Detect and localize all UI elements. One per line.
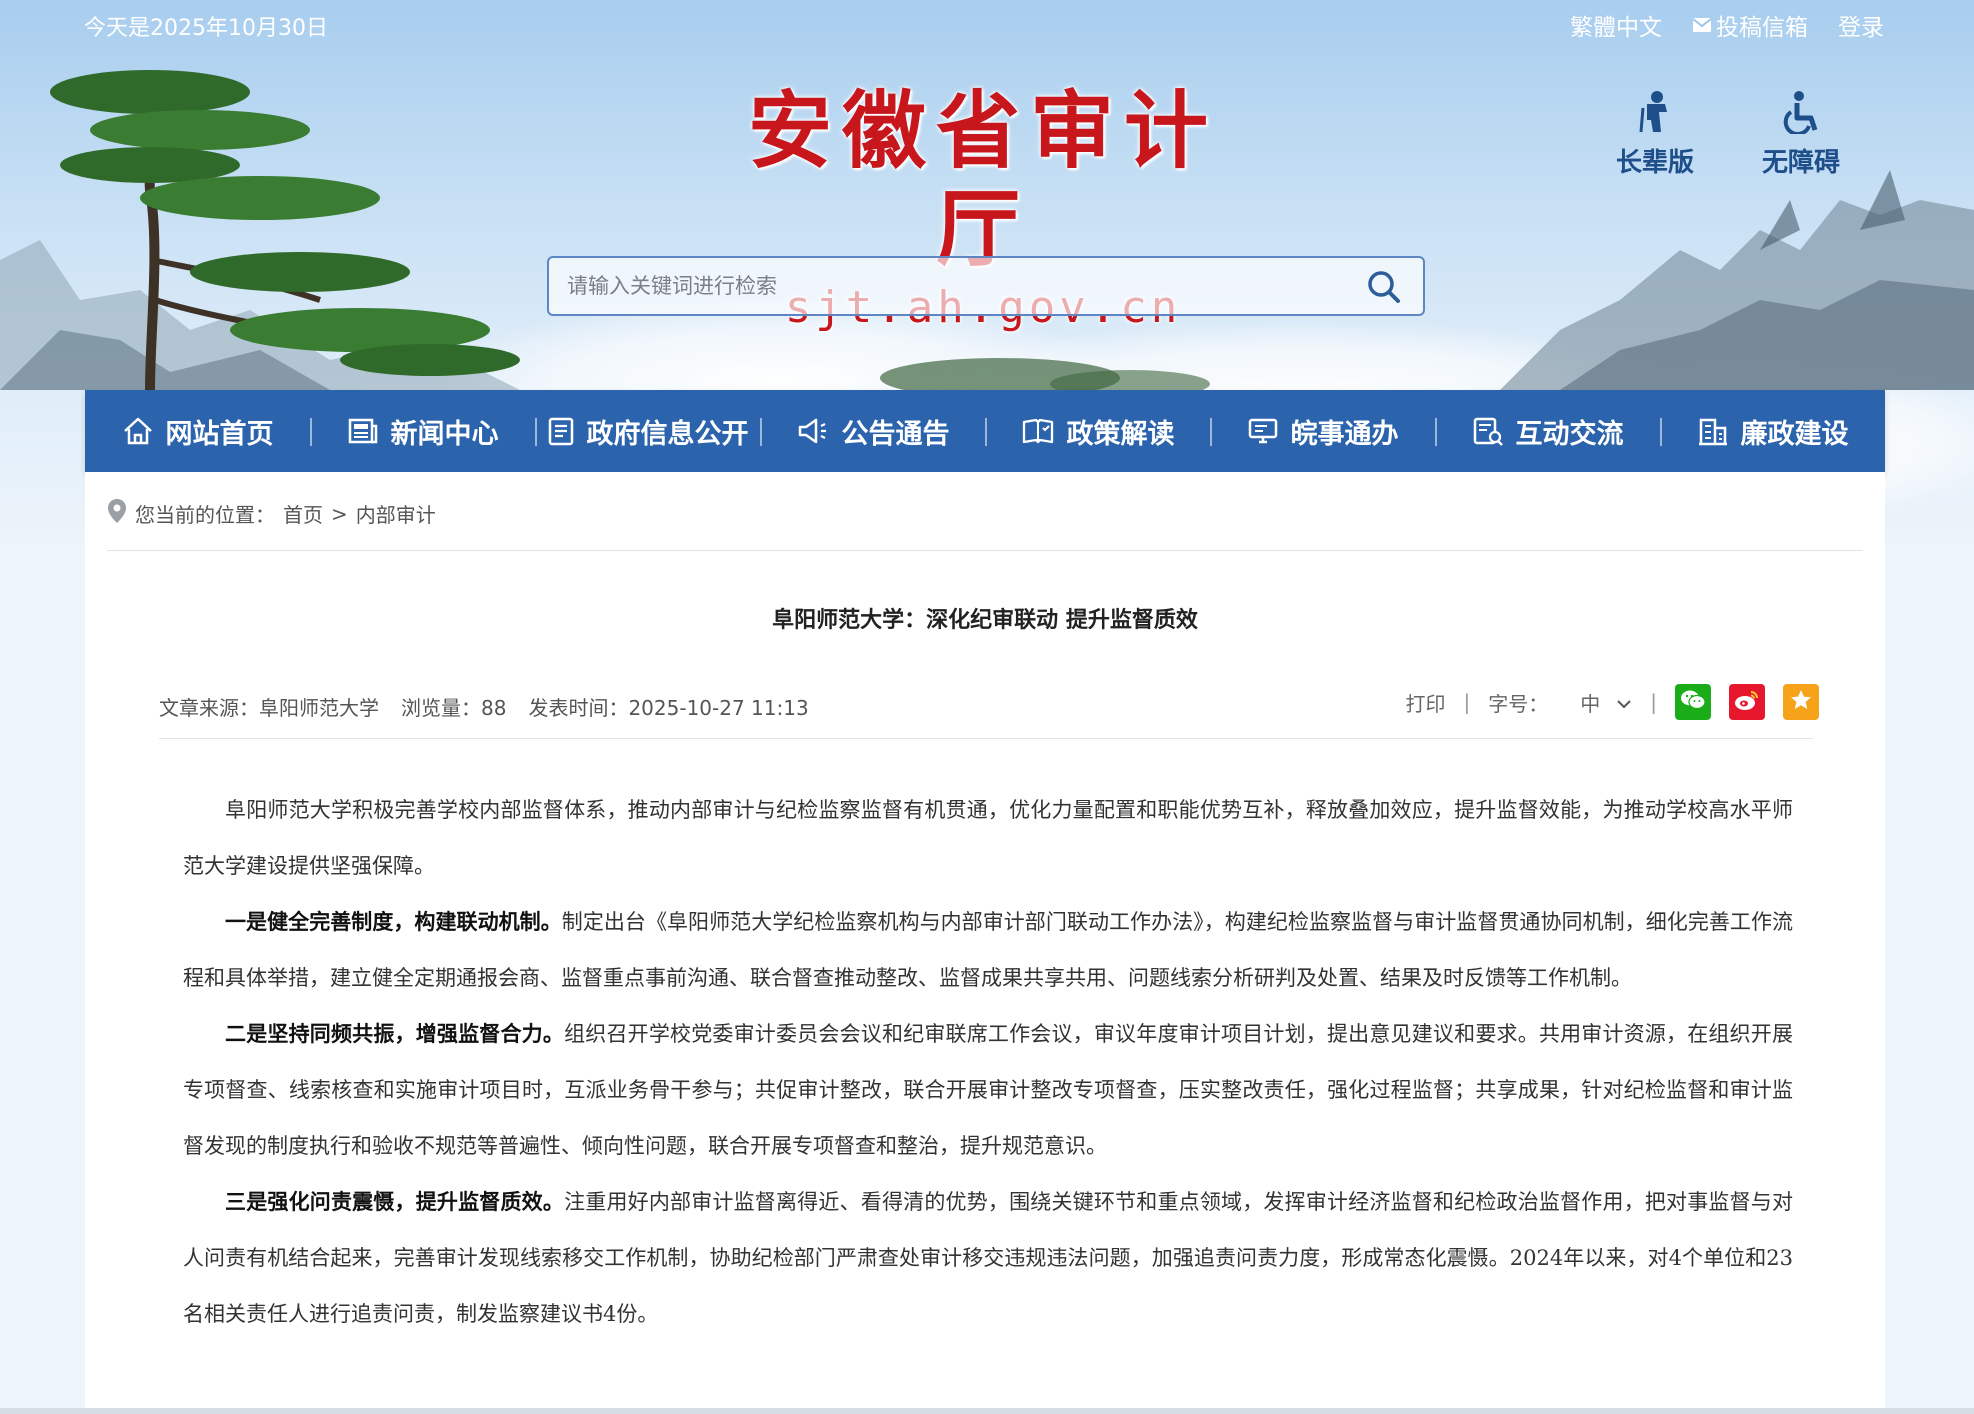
breadcrumb: 您当前的位置： 首页 > 内部审计 [107, 498, 436, 529]
article-paragraph: 阜阳师范大学积极完善学校内部监督体系，推动内部审计与纪检监察监督有机贯通，优化力… [183, 782, 1793, 894]
weibo-icon [1733, 688, 1761, 717]
today-date: 今天是2025年10月30日 [84, 16, 328, 41]
article-meta-info: 文章来源：阜阳师范大学 浏览量：88 发表时间：2025-10-27 11:13 [159, 692, 809, 721]
content-panel: 您当前的位置： 首页 > 内部审计 阜阳师范大学：深化纪审联动 提升监督质效 文… [85, 472, 1885, 1414]
breadcrumb-home-link[interactable]: 首页 [283, 499, 323, 528]
barrier-free-label: 无障碍 [1761, 148, 1840, 178]
article-paragraph: 一是健全完善制度，构建联动机制。制定出台《阜阳师范大学纪检监察机构与内部审计部门… [183, 894, 1793, 1006]
submission-mailbox-link[interactable]: 投稿信箱 [1692, 8, 1808, 42]
monitor-icon [1247, 416, 1279, 446]
nav-label-integrity: 廉政建设 [1740, 418, 1849, 450]
article-publish-time: 发表时间：2025-10-27 11:13 [528, 696, 809, 720]
traditional-chinese-link[interactable]: 繁體中文 [1570, 8, 1662, 42]
chat-form-icon [1472, 416, 1504, 446]
article-paragraph: 三是强化问责震慑，提升监督质效。注重用好内部审计监督离得近、看得清的优势，围绕关… [183, 1174, 1793, 1342]
paragraph-text: 阜阳师范大学积极完善学校内部监督体系，推动内部审计与纪检监察监督有机贯通，优化力… [183, 798, 1793, 878]
building-icon [1697, 416, 1729, 446]
article-meta: 文章来源：阜阳师范大学 浏览量：88 发表时间：2025-10-27 11:13… [159, 684, 1819, 724]
main-nav: 网站首页 新闻中心 政府信息公开 公告通告 政策解读 皖事通办 互动交流 廉政建… [85, 390, 1885, 472]
article-body: 阜阳师范大学积极完善学校内部监督体系，推动内部审计与纪检监察监督有机贯通，优化力… [183, 782, 1793, 1342]
font-size-label: 字号： [1488, 691, 1549, 716]
nav-item-policy[interactable]: 政策解读 [985, 390, 1210, 472]
nav-label-policy: 政策解读 [1066, 418, 1175, 450]
nav-item-services[interactable]: 皖事通办 [1210, 390, 1435, 472]
nav-label-notices: 公告通告 [841, 418, 950, 450]
article-views: 浏览量：88 [401, 696, 507, 720]
home-icon [122, 416, 154, 446]
nav-label-home: 网站首页 [165, 418, 274, 450]
wechat-icon [1679, 688, 1707, 717]
article-tools: 打印 | 字号： 中 | [1406, 684, 1819, 720]
top-links: 繁體中文 投稿信箱 登录 [1570, 8, 1884, 42]
nav-item-integrity[interactable]: 廉政建设 [1660, 390, 1885, 472]
elder-mode-label: 长辈版 [1615, 148, 1694, 178]
paragraph-lead: 一是健全完善制度，构建联动机制。 [225, 909, 562, 934]
meta-separator: | [1463, 690, 1471, 714]
nav-item-interaction[interactable]: 互动交流 [1435, 390, 1660, 472]
elder-icon [1635, 91, 1675, 138]
weibo-share-button[interactable] [1729, 684, 1765, 720]
paragraph-lead: 二是坚持同频共振，增强监督合力。 [225, 1021, 565, 1046]
chevron-down-icon [1616, 690, 1632, 714]
star-icon [1789, 688, 1813, 717]
barrier-free-button[interactable]: 无障碍 [1746, 90, 1856, 179]
breadcrumb-divider [107, 550, 1863, 551]
font-size-value: 中 [1580, 691, 1601, 716]
submission-mailbox-label: 投稿信箱 [1716, 15, 1808, 41]
breadcrumb-prefix: 您当前的位置： [135, 503, 275, 527]
nav-label-services: 皖事通办 [1290, 418, 1399, 450]
article-paragraph: 二是坚持同频共振，增强监督合力。组织召开学校党委审计委员会会议和纪审联席工作会议… [183, 1006, 1793, 1174]
mail-icon [1692, 17, 1712, 33]
breadcrumb-separator: > [331, 501, 348, 526]
search-input[interactable] [565, 264, 1349, 308]
nav-label-interaction: 互动交流 [1515, 418, 1624, 450]
nav-item-gov-info[interactable]: 政府信息公开 [535, 390, 760, 472]
meta-divider [159, 738, 1813, 739]
location-pin-icon [107, 498, 127, 529]
print-button[interactable]: 打印 [1406, 688, 1446, 717]
wechat-share-button[interactable] [1675, 684, 1711, 720]
search-box [547, 256, 1425, 316]
login-link[interactable]: 登录 [1838, 8, 1884, 42]
nav-item-home[interactable]: 网站首页 [85, 390, 310, 472]
font-size-select[interactable]: 中 [1580, 688, 1632, 717]
paragraph-lead: 三是强化问责震慑，提升监督质效。 [225, 1189, 565, 1214]
meta-separator: | [1650, 690, 1657, 714]
article-title: 阜阳师范大学：深化纪审联动 提升监督质效 [772, 607, 1198, 633]
article-source: 文章来源：阜阳师范大学 [159, 696, 379, 720]
open-book-icon [1021, 416, 1055, 446]
nav-item-news[interactable]: 新闻中心 [310, 390, 535, 472]
breadcrumb-current-link[interactable]: 内部审计 [356, 499, 436, 528]
site-title: 安徽省审计厅 [747, 81, 1218, 278]
bottom-edge [0, 1408, 1974, 1414]
nav-label-gov-info: 政府信息公开 [586, 418, 749, 450]
nav-label-news: 新闻中心 [390, 418, 499, 450]
newspaper-icon [347, 416, 379, 446]
elder-mode-button[interactable]: 长辈版 [1600, 90, 1710, 179]
document-list-icon [547, 416, 575, 446]
nav-item-notices[interactable]: 公告通告 [760, 390, 985, 472]
favorite-button[interactable] [1783, 684, 1819, 720]
top-bar: 今天是2025年10月30日 繁體中文 投稿信箱 登录 [0, 0, 1974, 44]
wheelchair-icon [1781, 91, 1821, 138]
megaphone-icon [796, 416, 830, 446]
search-icon[interactable] [1365, 268, 1403, 306]
